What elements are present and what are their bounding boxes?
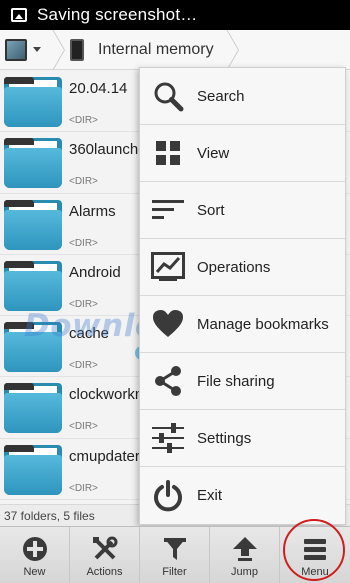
toolbar-label: New xyxy=(23,566,46,578)
folder-icon xyxy=(4,260,62,311)
sliders-icon xyxy=(151,421,185,455)
actions-button[interactable]: Actions xyxy=(70,527,140,583)
sort-icon xyxy=(151,193,185,227)
folder-icon xyxy=(4,77,62,127)
path-bar: Internal memory xyxy=(0,30,350,70)
phone-icon xyxy=(70,38,84,61)
filter-icon xyxy=(162,535,188,563)
search-icon xyxy=(151,79,185,113)
menu-item-label: Operations xyxy=(197,258,271,276)
dir-tag: <DIR> xyxy=(69,482,98,494)
toolbar-label: Filter xyxy=(162,566,187,578)
status-bar: Saving screenshot… xyxy=(0,0,350,30)
plus-icon xyxy=(22,535,48,563)
filter-button[interactable]: Filter xyxy=(140,527,210,583)
jump-button[interactable]: Jump xyxy=(210,527,280,583)
image-icon xyxy=(11,8,27,22)
dir-tag: <DIR> xyxy=(69,115,98,126)
menu-item-label: View xyxy=(197,144,230,162)
menu-item-settings[interactable]: Settings xyxy=(140,410,345,467)
menu-item-manage-bookmarks[interactable]: Manage bookmarks xyxy=(140,296,345,353)
dir-tag: <DIR> xyxy=(69,360,98,372)
folder-icon xyxy=(4,383,62,434)
menu-item-label: Settings xyxy=(197,429,252,447)
menu-item-file-sharing[interactable]: File sharing xyxy=(140,353,345,410)
menu-item-view[interactable]: View xyxy=(140,125,345,182)
menu-item-label: File sharing xyxy=(197,372,275,390)
dir-tag: <DIR> xyxy=(69,237,98,249)
highlight-circle xyxy=(283,519,345,581)
breadcrumb-label: Internal memory xyxy=(98,40,214,58)
overflow-menu: Search View Sort Operations Manage bookm… xyxy=(139,67,346,525)
menu-item-exit[interactable]: Exit xyxy=(140,467,345,524)
heart-icon xyxy=(151,307,185,341)
dir-tag: <DIR> xyxy=(69,176,98,188)
storage-icon xyxy=(5,38,27,61)
menu-item-label: Sort xyxy=(197,201,225,219)
new-button[interactable]: New xyxy=(0,527,70,583)
up-arrow-icon xyxy=(232,535,258,563)
folder-icon xyxy=(4,138,62,189)
toolbar-label: Jump xyxy=(231,566,258,578)
chart-icon xyxy=(151,250,185,284)
share-icon xyxy=(151,364,185,398)
folder-icon xyxy=(4,444,62,495)
caret-down-icon xyxy=(33,47,41,52)
dir-tag: <DIR> xyxy=(69,421,98,433)
file-name: Alarms xyxy=(69,202,116,220)
file-name: cmupdater xyxy=(69,447,140,465)
grid-icon xyxy=(151,136,185,170)
menu-item-label: Manage bookmarks xyxy=(197,315,329,333)
menu-item-operations[interactable]: Operations xyxy=(140,239,345,296)
menu-item-label: Exit xyxy=(197,487,223,504)
menu-item-label: Search xyxy=(197,87,245,105)
folder-icon xyxy=(4,199,62,250)
menu-item-sort[interactable]: Sort xyxy=(140,182,345,239)
tools-icon xyxy=(92,535,118,563)
status-text: Saving screenshot… xyxy=(37,5,198,24)
breadcrumb-internal-memory[interactable]: Internal memory xyxy=(64,30,224,70)
menu-item-search[interactable]: Search xyxy=(140,68,345,125)
file-name: 20.04.14 xyxy=(69,80,128,97)
toolbar-label: Actions xyxy=(86,566,123,578)
file-name: Android xyxy=(69,263,121,281)
breadcrumb-separator xyxy=(224,30,238,70)
power-icon xyxy=(151,479,185,513)
breadcrumb-separator xyxy=(50,30,64,70)
